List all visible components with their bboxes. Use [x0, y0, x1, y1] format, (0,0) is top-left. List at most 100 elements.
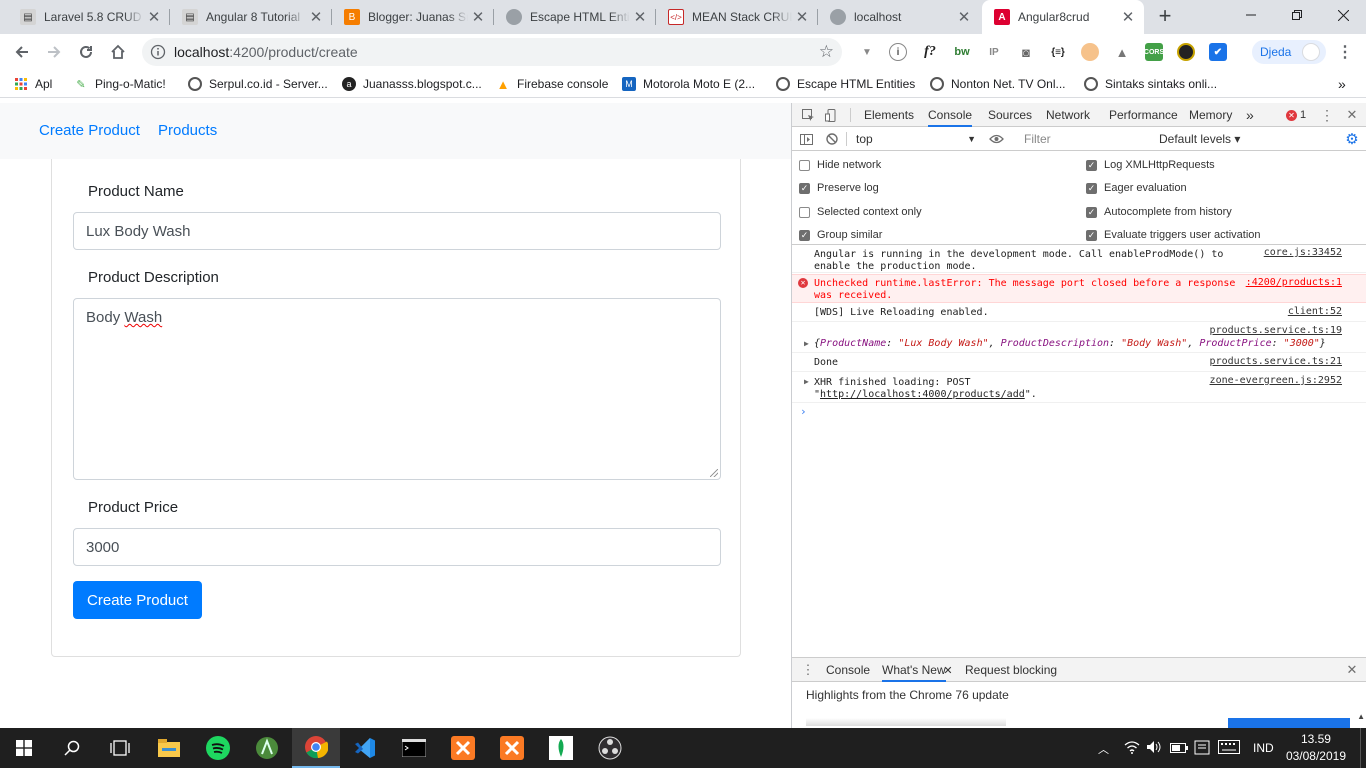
browser-tab[interactable]: </> MEAN Stack CRUD ✕	[656, 0, 818, 34]
xampp-button[interactable]	[439, 728, 487, 768]
bookmark-item[interactable]: Escape HTML Entities	[776, 76, 915, 92]
drawer-menu-icon[interactable]: ⋮	[800, 662, 816, 678]
device-toolbar-icon[interactable]	[823, 107, 839, 123]
obs-button[interactable]	[586, 728, 634, 768]
extension-bw-icon[interactable]: bw	[953, 43, 971, 61]
input-language[interactable]: IND	[1253, 741, 1274, 755]
close-tab-icon[interactable]: ✕	[792, 8, 812, 26]
taskbar-clock[interactable]: 13.59 03/08/2019	[1286, 731, 1346, 765]
resize-grip-icon[interactable]	[710, 469, 718, 477]
new-tab-button[interactable]: +	[1154, 5, 1176, 27]
terminal-button[interactable]	[390, 728, 438, 768]
eye-icon[interactable]	[988, 131, 1004, 147]
address-bar[interactable]: localhost:4200/product/create ☆	[142, 38, 842, 66]
back-button[interactable]	[10, 40, 34, 64]
spotify-button[interactable]	[194, 728, 242, 768]
nav-link-products[interactable]: Products	[158, 122, 217, 139]
group-similar-checkbox[interactable]: ✓ Group similar	[799, 227, 882, 243]
file-explorer-button[interactable]	[145, 728, 193, 768]
vscode-button[interactable]	[341, 728, 389, 768]
source-link[interactable]: products.service.ts:19	[1210, 325, 1342, 337]
reload-button[interactable]	[74, 40, 98, 64]
extension-check-icon[interactable]: ✔	[1209, 43, 1227, 61]
xhr-url-link[interactable]: http://localhost:4000/products/add	[820, 389, 1025, 400]
drawer-tab-whats-new[interactable]: What's New	[882, 658, 946, 682]
volume-icon[interactable]	[1146, 740, 1162, 757]
start-button[interactable]	[0, 728, 48, 768]
browser-tab[interactable]: ▤ Laravel 5.8 CRUD T ✕	[8, 0, 170, 34]
devtools-tab-memory[interactable]: Memory	[1189, 103, 1232, 127]
close-tab-icon[interactable]: ✕	[468, 8, 488, 26]
mongodb-compass-button[interactable]	[537, 728, 585, 768]
browser-tab[interactable]: Escape HTML Enti ✕	[494, 0, 656, 34]
keyboard-icon[interactable]	[1218, 740, 1240, 757]
source-link[interactable]: zone-evergreen.js:2952	[1210, 375, 1342, 387]
source-link[interactable]: products.service.ts:21	[1210, 356, 1342, 368]
extension-cookie-icon[interactable]	[1081, 43, 1099, 61]
menu-kebab-icon[interactable]: ⋮	[1336, 43, 1354, 61]
bookmark-item[interactable]: Serpul.co.id - Server...	[188, 76, 328, 92]
chrome-button[interactable]	[292, 728, 340, 768]
inspect-element-icon[interactable]	[800, 107, 816, 123]
task-view-button[interactable]	[96, 728, 144, 768]
log-levels-dropdown[interactable]: Default levels ▾	[1159, 127, 1240, 151]
show-desktop-button[interactable]	[1360, 728, 1366, 768]
browser-tab-active[interactable]: A Angular8crud ✕	[982, 0, 1144, 34]
close-tab-icon[interactable]: ✕	[306, 8, 326, 26]
close-tab-icon[interactable]: ✕	[630, 8, 650, 26]
devtools-menu-icon[interactable]: ⋮	[1319, 107, 1335, 123]
source-link[interactable]: core.js:33452	[1264, 247, 1342, 259]
bookmark-item[interactable]: ✎ Ping-o-Matic!	[74, 76, 165, 92]
product-price-input[interactable]: 3000	[73, 528, 721, 566]
evaluate-triggers-checkbox[interactable]: ✓ Evaluate triggers user activation	[1086, 227, 1261, 243]
devtools-tab-sources[interactable]: Sources	[988, 103, 1032, 127]
close-window-button[interactable]	[1320, 0, 1366, 30]
log-xhr-checkbox[interactable]: ✓ Log XMLHttpRequests	[1086, 157, 1215, 173]
browser-tab[interactable]: localhost ✕	[818, 0, 980, 34]
bookmark-star-icon[interactable]: ☆	[819, 42, 834, 62]
source-link[interactable]: client:52	[1288, 306, 1342, 318]
devtools-tab-elements[interactable]: Elements	[864, 103, 914, 127]
create-product-button[interactable]: Create Product	[73, 581, 202, 619]
hide-network-checkbox[interactable]: Hide network	[799, 157, 881, 173]
restore-button[interactable]	[1274, 0, 1320, 30]
minimize-button[interactable]	[1228, 0, 1274, 30]
console-filter-input[interactable]: Filter	[1018, 130, 1148, 148]
eager-evaluation-checkbox[interactable]: ✓ Eager evaluation	[1086, 180, 1187, 196]
scroll-up-arrow-icon[interactable]: ▲	[1357, 712, 1365, 721]
profile-button[interactable]: Djeda	[1252, 40, 1326, 64]
object-preview[interactable]: ▶ {ProductName: "Lux Body Wash", ProductD…	[804, 338, 1326, 350]
battery-icon[interactable]	[1170, 742, 1188, 756]
bookmarks-overflow-button[interactable]: »	[1338, 76, 1346, 92]
bookmark-item[interactable]: M Motorola Moto E (2...	[622, 76, 755, 92]
devtools-tab-network[interactable]: Network	[1046, 103, 1090, 127]
product-name-input[interactable]: Lux Body Wash	[73, 212, 721, 250]
tray-chevron-up-icon[interactable]: ︿	[1098, 741, 1109, 757]
nav-link-create-product[interactable]: Create Product	[39, 122, 140, 139]
bookmark-item[interactable]: Nonton Net. TV Onl...	[930, 76, 1066, 92]
extension-drive-icon[interactable]: ▲	[1113, 43, 1131, 61]
wifi-icon[interactable]	[1124, 740, 1140, 757]
search-button[interactable]	[48, 728, 96, 768]
console-xhr-message[interactable]: ▶ XHR finished loading: POST "http://loc…	[792, 373, 1366, 403]
devtools-tab-performance[interactable]: Performance	[1109, 103, 1178, 127]
notification-icon[interactable]	[1194, 740, 1210, 759]
preserve-log-checkbox[interactable]: ✓ Preserve log	[799, 180, 879, 196]
console-settings-gear-icon[interactable]: ⚙	[1344, 131, 1360, 148]
close-tab-icon[interactable]: ✕	[940, 662, 956, 678]
close-tab-icon[interactable]: ✕	[144, 8, 164, 26]
bookmark-item[interactable]: Apl	[14, 76, 52, 92]
sidebar-toggle-icon[interactable]	[798, 131, 814, 147]
console-object-message[interactable]: products.service.ts:19 ▶ {ProductName: "L…	[792, 323, 1366, 353]
devtools-close-icon[interactable]: ✕	[1344, 107, 1360, 123]
drawer-tab-request-blocking[interactable]: Request blocking	[965, 658, 1057, 682]
expand-triangle-icon[interactable]: ▶	[804, 377, 809, 386]
extension-json-icon[interactable]: {≡}	[1049, 43, 1067, 61]
selected-context-checkbox[interactable]: Selected context only	[799, 204, 922, 220]
context-selector[interactable]: top ▼	[856, 127, 976, 151]
extension-dark-icon[interactable]	[1177, 43, 1195, 61]
android-studio-button[interactable]	[243, 728, 291, 768]
drawer-close-icon[interactable]: ✕	[1344, 662, 1360, 678]
browser-tab[interactable]: ▤ Angular 8 Tutorial ✕	[170, 0, 332, 34]
extension-v-icon[interactable]: ▼	[858, 43, 876, 61]
